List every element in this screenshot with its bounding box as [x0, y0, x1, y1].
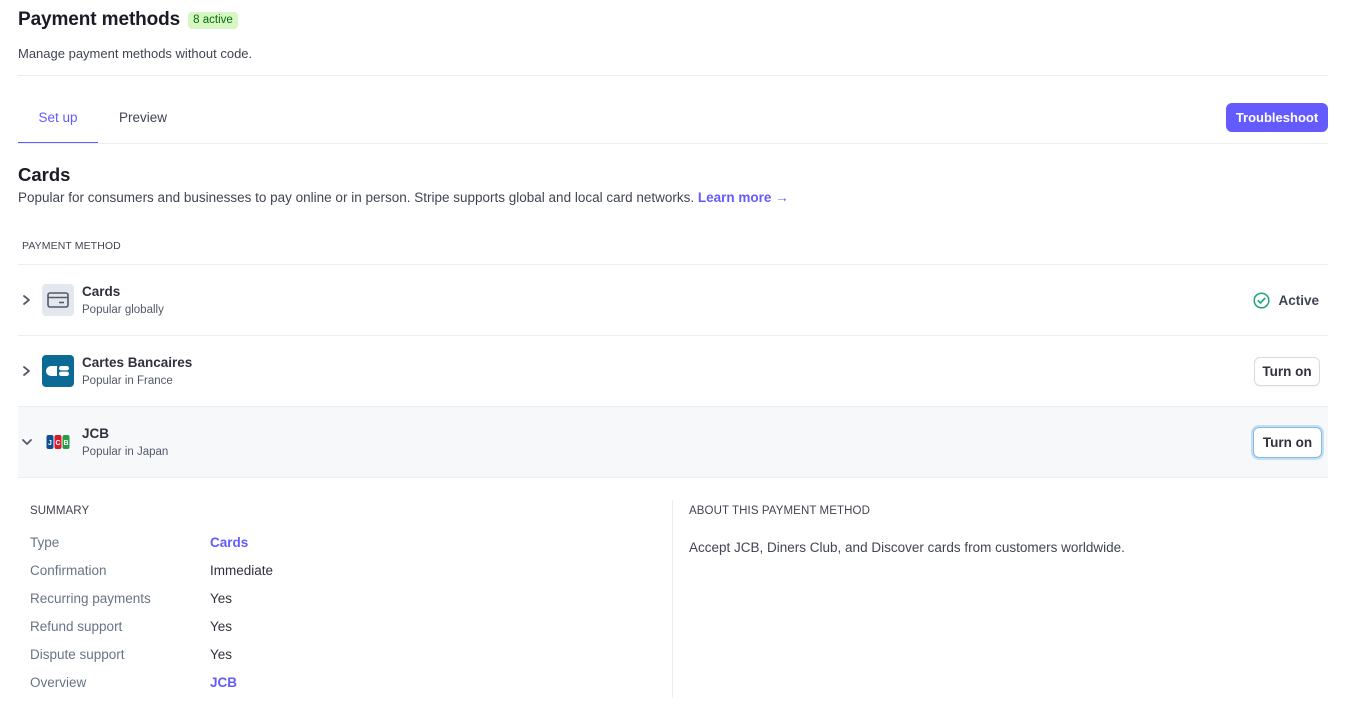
active-count-badge: 8 active — [188, 11, 238, 29]
summary-value-link[interactable]: Cards — [210, 535, 248, 550]
tab-preview[interactable]: Preview — [98, 93, 188, 144]
tab-bar: Set up Preview — [18, 93, 188, 144]
section-title: Cards — [18, 164, 71, 185]
card-icon — [42, 284, 74, 316]
check-circle-icon — [1253, 292, 1271, 309]
tabs-divider — [18, 143, 1328, 144]
about-text: Accept JCB, Diners Club, and Discover ca… — [689, 540, 1125, 555]
summary-title: SUMMARY — [30, 505, 90, 517]
about-title: ABOUT THIS PAYMENT METHOD — [689, 505, 870, 517]
troubleshoot-button[interactable]: Troubleshoot — [1226, 103, 1328, 132]
turn-on-button[interactable]: Turn on — [1254, 357, 1320, 386]
payment-method-subtitle: Popular in France — [82, 375, 173, 387]
active-status-label: Active — [1278, 293, 1319, 308]
svg-text:B: B — [63, 440, 68, 447]
page-title: Payment methods — [18, 9, 181, 30]
chevron-right-icon[interactable] — [21, 292, 33, 308]
tab-set-up[interactable]: Set up — [18, 93, 98, 144]
payment-method-subtitle: Popular in Japan — [82, 446, 169, 458]
summary-key: Type — [30, 535, 60, 550]
summary-key: Confirmation — [30, 563, 107, 578]
header-divider — [18, 75, 1328, 76]
page-subtitle: Manage payment methods without code. — [18, 46, 253, 61]
payment-method-details: SUMMARY Type Cards Confirmation Immediat… — [18, 478, 1328, 710]
payment-method-row-jcb[interactable]: J C B JCB Popular in Japan Turn on — [18, 407, 1328, 478]
learn-more-link[interactable]: Learn more → — [698, 190, 789, 205]
cb-logo-icon — [42, 355, 74, 387]
chevron-down-icon[interactable] — [21, 434, 33, 450]
svg-text:C: C — [55, 440, 60, 447]
payment-method-subtitle: Popular globally — [82, 304, 164, 316]
payment-method-name: JCB — [82, 426, 110, 441]
jcb-logo-icon: J C B — [42, 426, 74, 458]
summary-value: Yes — [210, 647, 233, 662]
summary-key: Refund support — [30, 619, 123, 634]
details-divider — [672, 500, 673, 698]
summary-key: Dispute support — [30, 647, 125, 662]
payment-method-row-cards[interactable]: Cards Popular globally Active — [18, 265, 1328, 336]
summary-value-link[interactable]: JCB — [210, 675, 237, 690]
summary-key: Recurring payments — [30, 591, 151, 606]
summary-key: Overview — [30, 675, 87, 690]
payment-method-name: Cartes Bancaires — [82, 355, 193, 370]
summary-value: Yes — [210, 591, 233, 606]
payment-method-name: Cards — [82, 284, 121, 299]
column-header-payment-method: PAYMENT METHOD — [22, 240, 121, 252]
page-header: Payment methods 8 active — [18, 9, 238, 31]
active-status: Active — [1253, 292, 1319, 309]
section-description-text: Popular for consumers and businesses to … — [18, 190, 695, 205]
svg-text:J: J — [48, 440, 52, 447]
turn-on-button[interactable]: Turn on — [1253, 427, 1322, 458]
summary-value: Immediate — [210, 563, 274, 578]
payment-method-row-cartes-bancaires[interactable]: Cartes Bancaires Popular in France Turn … — [18, 336, 1328, 407]
section-description: Popular for consumers and businesses to … — [18, 190, 789, 205]
chevron-right-icon[interactable] — [21, 363, 33, 379]
summary-value: Yes — [210, 619, 233, 634]
